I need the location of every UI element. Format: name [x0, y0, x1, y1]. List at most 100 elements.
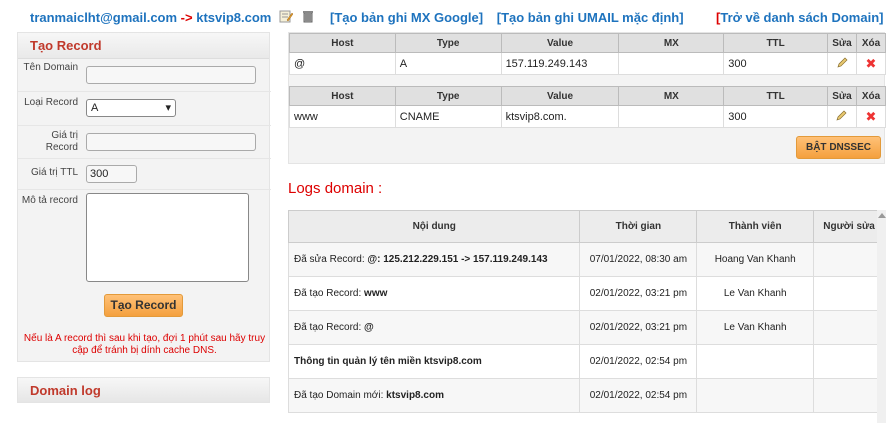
type-label: Loại Record	[24, 97, 78, 108]
value-label: Giá trị Record	[45, 130, 78, 153]
desc-label: Mô tả record	[21, 195, 78, 206]
record-value: ktsvip8.com.	[500, 105, 620, 128]
log-col-time: Thời gian	[579, 210, 698, 243]
logs-table: Nội dung Thời gian Thành viên Người sửa …	[287, 210, 885, 413]
col-value: Value	[500, 86, 620, 106]
value-input[interactable]	[86, 133, 256, 151]
log-prefix: Đã tạo Record:	[294, 322, 365, 333]
log-editor	[813, 378, 885, 413]
record-ttl: 300	[723, 52, 829, 75]
domain-label: Tên Domain	[23, 62, 78, 73]
mx-google-link[interactable]: [Tạo bản ghi MX Google]	[330, 10, 483, 25]
record-value: 157.119.249.143	[500, 52, 620, 75]
log-time: 07/01/2022, 08:30 am	[579, 242, 698, 277]
back-to-domains-link[interactable]: [Trở về danh sách Domain]	[716, 10, 883, 25]
log-time: 02/01/2022, 03:21 pm	[579, 276, 698, 311]
ttl-label: Giá trị TTL	[30, 167, 78, 178]
log-detail: @: 125.212.229.151 -> 157.119.249.143	[367, 254, 548, 265]
trash-icon[interactable]	[301, 9, 315, 23]
scroll-up-arrow-icon[interactable]	[878, 213, 886, 218]
log-member: Le Van Khanh	[696, 310, 815, 345]
dns-records-panel: Host Type Value MX TTL Sửa Xóa @ A 157.1…	[288, 32, 887, 164]
log-editor	[813, 242, 885, 277]
col-ttl: TTL	[723, 33, 829, 53]
ttl-row: Giá trị TTL 300	[18, 159, 271, 190]
account-email-link[interactable]: tranmaiclht@gmail.com	[30, 10, 177, 25]
log-prefix: Đã sửa Record:	[294, 254, 368, 265]
log-member	[696, 378, 815, 413]
col-delete: Xóa	[855, 86, 887, 106]
log-detail: Thông tin quản lý tên miền ktsvip8.com	[294, 356, 482, 367]
log-prefix: Đã tạo Domain mới:	[294, 390, 387, 401]
table-row: Đã sửa Record: @: 125.212.229.151 -> 157…	[287, 242, 885, 277]
top-bar: tranmaiclht@gmail.com -> ktsvip8.com [Tạ…	[0, 0, 893, 32]
edit-cell	[827, 105, 857, 128]
record-host: @	[289, 52, 396, 75]
type-select-value: A	[91, 102, 99, 114]
value-row: Giá trị Record	[18, 126, 271, 159]
chevron-down-icon: ▾	[165, 102, 171, 114]
domain-log-heading[interactable]: Domain log	[17, 377, 270, 403]
log-member	[696, 344, 815, 379]
log-prefix: Đã tạo Record:	[294, 288, 365, 299]
record-table-1: Host Type Value MX TTL Sửa Xóa @ A 157.1…	[289, 33, 887, 75]
log-editor	[813, 344, 885, 379]
desc-textarea[interactable]	[86, 193, 249, 282]
col-ttl: TTL	[723, 86, 828, 106]
col-edit: Sửa	[827, 33, 857, 53]
pencil-icon[interactable]	[835, 109, 848, 122]
domain-input[interactable]	[86, 66, 256, 84]
log-col-member: Thành viên	[696, 210, 815, 243]
col-value: Value	[500, 33, 620, 53]
log-content: Đã tạo Record: www	[287, 276, 581, 311]
log-editor	[813, 276, 885, 311]
record-type: A	[394, 52, 502, 75]
log-member: Hoang Van Khanh	[696, 242, 815, 277]
table-row: Đã tạo Record: www 02/01/2022, 03:21 pm …	[287, 276, 885, 311]
back-label: Trở về danh sách Domain]	[720, 10, 884, 25]
arrow-separator: ->	[180, 10, 193, 25]
log-content: Thông tin quản lý tên miền ktsvip8.com	[287, 344, 581, 379]
table-row: www CNAME ktsvip8.com. 300 ✖	[289, 105, 887, 128]
log-content: Đã tạo Record: @	[287, 310, 581, 345]
col-host: Host	[289, 33, 396, 53]
enable-dnssec-button[interactable]: BẬT DNSSEC	[796, 136, 881, 159]
log-time: 02/01/2022, 02:54 pm	[579, 344, 698, 379]
umail-link[interactable]: [Tạo bản ghi UMAIL mặc định]	[497, 10, 684, 25]
ttl-input[interactable]: 300	[86, 165, 137, 183]
create-record-panel: Tạo Record Tên Domain Loại Record A ▾ Giá…	[17, 32, 271, 362]
col-host: Host	[289, 86, 396, 106]
desc-row: Mô tả record	[18, 190, 271, 288]
table-row: @ A 157.119.249.143 300 ✖	[289, 52, 887, 75]
table-row: Thông tin quản lý tên miền ktsvip8.com 0…	[287, 344, 885, 379]
cache-note: Nếu là A record thì sau khi tạo, đợi 1 p…	[23, 333, 266, 356]
type-row: Loại Record A ▾	[18, 92, 271, 126]
log-editor	[813, 310, 885, 345]
log-col-editor: Người sửa	[813, 210, 885, 243]
log-content: Đã sửa Record: @: 125.212.229.151 -> 157…	[287, 242, 581, 277]
pencil-icon[interactable]	[836, 56, 849, 69]
delete-x-icon[interactable]: ✖	[866, 56, 877, 71]
col-mx: MX	[618, 86, 725, 106]
domain-row: Tên Domain	[18, 59, 271, 92]
table-row: Đã tạo Record: @ 02/01/2022, 03:21 pm Le…	[287, 310, 885, 345]
log-detail: @	[364, 322, 374, 333]
col-type: Type	[394, 33, 502, 53]
edit-note-icon[interactable]	[279, 9, 294, 23]
type-select[interactable]: A ▾	[86, 99, 176, 117]
account-info: tranmaiclht@gmail.com -> ktsvip8.com	[30, 10, 271, 25]
logs-title: Logs domain :	[288, 180, 383, 197]
record-type: CNAME	[394, 105, 502, 128]
record-mx	[618, 52, 725, 75]
delete-cell: ✖	[855, 105, 887, 128]
domain-link[interactable]: ktsvip8.com	[196, 10, 271, 25]
create-record-button[interactable]: Tạo Record	[104, 294, 183, 317]
delete-x-icon[interactable]: ✖	[866, 109, 877, 124]
logs-scrollbar[interactable]	[877, 210, 886, 423]
table-row: Đã tạo Domain mới: ktsvip8.com 02/01/202…	[287, 378, 885, 413]
record-mx	[618, 105, 725, 128]
col-type: Type	[394, 86, 502, 106]
col-edit: Sửa	[827, 86, 857, 106]
record-host: www	[289, 105, 396, 128]
col-delete: Xóa	[855, 33, 887, 53]
